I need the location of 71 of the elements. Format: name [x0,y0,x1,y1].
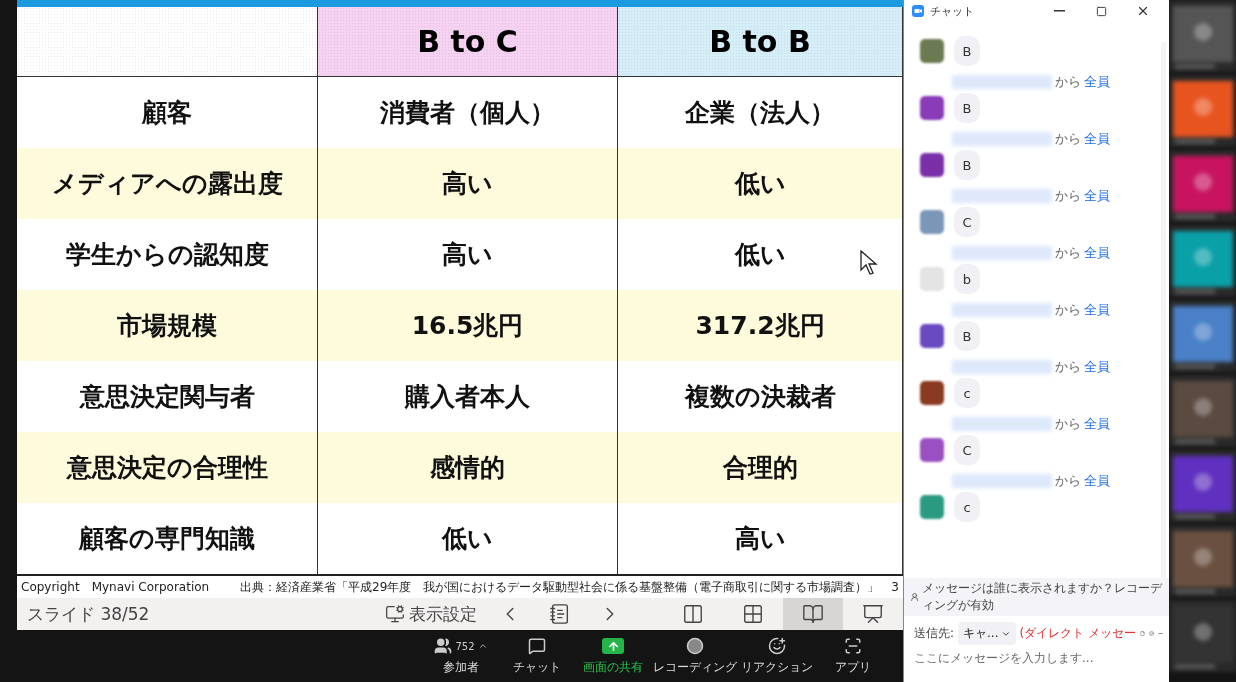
message-bubble: B [954,321,980,351]
recipient-link[interactable]: 全員 [1084,472,1110,490]
reading-view-icon [802,603,824,625]
table-cell: 意思決定の合理性 [17,432,318,504]
camera-icon [912,5,924,17]
recipient-link[interactable]: 全員 [1084,187,1110,205]
participant-count: 752 [455,640,475,652]
table-cell: 感情的 [318,432,618,504]
chat-icon [528,637,546,655]
recipient-link[interactable]: 全員 [1084,130,1110,148]
show-view-icon [862,603,884,625]
copyright-text: Copyright Mynavi Corporation [21,578,210,596]
apps-icon [844,637,862,655]
from-text: から [1055,73,1081,91]
table-cell: 高い [318,148,618,220]
share-icon [602,638,624,654]
table-cell: 市場規模 [17,290,318,362]
toolbar-button[interactable]: チャット [501,636,573,676]
message-bubble: B [954,93,980,123]
toolbar-button[interactable]: リアクション [741,636,813,676]
table-cell: 合理的 [618,432,903,504]
from-text: から [1055,244,1081,262]
table-cell: 317.2兆円 [618,290,903,362]
header-cell: B to B [618,7,903,77]
recipient-link[interactable]: 全員 [1084,244,1110,262]
message-bubble: b [954,264,980,294]
toolbar-button[interactable]: 画面の共有 [577,636,649,676]
from-text: から [1055,415,1081,433]
message-bubble: C [954,207,980,237]
window-title: チャット [930,3,975,19]
recipient-dropdown[interactable]: キャ... [958,622,1016,645]
monitor-gear-icon [385,604,405,624]
from-text: から [1055,130,1081,148]
recipient-link[interactable]: 全員 [1084,415,1110,433]
notebook-icon [549,603,571,625]
source-text: 出典：経済産業省「平成29年度 我が国におけるデータ駆動型社会に係る基盤整備（電子商取引に関する市場調査）」 3 [240,578,899,596]
recipient-link[interactable]: 全員 [1084,301,1110,319]
toolbar-button[interactable]: レコーディング [653,636,737,676]
from-text: から [1055,358,1081,376]
person-icon [910,591,920,603]
header-cell: B to C [318,7,618,77]
from-text: から [1055,301,1081,319]
maximize-icon [1095,5,1107,17]
message-bubble: c [954,378,980,408]
message-bubble: B [954,150,980,180]
direct-message-text: (ダイレクト メッセー [1019,625,1136,642]
record-icon [686,637,704,655]
table-cell: 低い [618,148,903,220]
table-cell: メディアへの露出度 [17,148,318,220]
caret-icon [477,641,488,651]
display-settings-button[interactable]: 表示設定 [377,598,485,630]
message-bubble: B [954,36,980,66]
sorter-view-icon [742,603,764,625]
mouse-cursor-icon [860,250,878,276]
toolbar-button[interactable]: 752 参加者 [425,636,497,676]
participants-icon [434,637,453,655]
from-text: から [1055,472,1081,490]
recipient-link[interactable]: 全員 [1084,358,1110,376]
recipient-link[interactable]: 全員 [1084,73,1110,91]
view-button[interactable] [783,598,843,630]
from-text: から [1055,187,1081,205]
table-cell: 16.5兆円 [318,290,618,362]
toolbar-button[interactable]: アプリ [817,636,889,676]
message-bubble: c [954,492,980,522]
normal-view-icon [682,603,704,625]
minimize-icon [1053,10,1065,12]
slide-counter: スライド 38/52 [27,602,151,626]
close-icon [1136,4,1150,18]
reaction-icon [768,637,786,655]
message-bubble: C [954,435,980,465]
send-to-label: 送信先: [914,625,955,642]
